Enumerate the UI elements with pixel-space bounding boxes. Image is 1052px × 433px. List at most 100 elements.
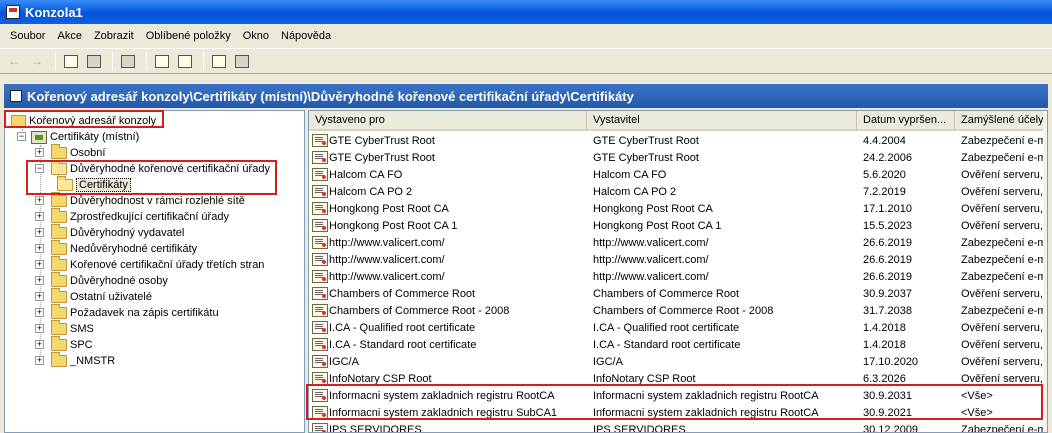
delete-icon[interactable]	[118, 51, 138, 71]
menu-oblibene[interactable]: Oblíbené položky	[140, 28, 237, 44]
table-row[interactable]: Hongkong Post Root CA Hongkong Post Root …	[309, 201, 1047, 218]
table-row[interactable]: IGC/A IGC/A 17.10.2020 Ověření serveru, Ově…	[309, 354, 1047, 371]
table-row[interactable]: Halcom CA FO Halcom CA FO 5.6.2020 Ověření …	[309, 167, 1047, 184]
table-row[interactable]: http://www.valicert.com/http://www.valic…	[309, 269, 1047, 286]
up-one-level-icon[interactable]	[61, 51, 81, 71]
table-row[interactable]: Halcom CA PO 2 Halcom CA PO 2 7.2.2019 Ověř…	[309, 184, 1047, 201]
menu-zobrazit[interactable]: Zobrazit	[88, 28, 140, 44]
expand-icon[interactable]: +	[35, 308, 44, 317]
tree-item-other-people[interactable]: + Ostatní uživatelé	[35, 288, 152, 305]
table-row[interactable]: Informacni system zakladnich registru Su…	[309, 405, 1047, 422]
column-header-issuer[interactable]: Vystavitel	[587, 111, 857, 131]
properties-icon[interactable]	[232, 51, 252, 71]
collapse-icon[interactable]: −	[35, 164, 44, 173]
cell-expiration: 6.3.2026	[863, 373, 906, 385]
cell-issued-to: IPS SERVIDORES	[329, 424, 422, 433]
column-header-issued-to[interactable]: Vystaveno pro	[309, 111, 587, 131]
table-row[interactable]: Chambers of Commerce Root Chambers of Com…	[309, 286, 1047, 303]
cell-issuer: http://www.valicert.com/	[593, 237, 709, 249]
menu-napoveda[interactable]: Nápověda	[275, 28, 337, 44]
menu-soubor[interactable]: Soubor	[4, 28, 51, 44]
tree-item-nmstr[interactable]: + _NMSTR	[35, 352, 115, 369]
certificate-icon	[312, 151, 328, 164]
table-row[interactable]: GTE CyberTrust Root GTE CyberTrust Root 24…	[309, 150, 1047, 167]
table-row[interactable]: Chambers of Commerce Root - 2008 Chambers…	[309, 303, 1047, 320]
tree-pane[interactable]: Kořenový adresář konzoly − Certifikáty (…	[4, 110, 305, 433]
table-row[interactable]: http://www.valicert.com/http://www.valic…	[309, 235, 1047, 252]
tree-item-enterprise-trust[interactable]: + Důvěryhodnost v rámci rozlehlé sítě	[35, 192, 245, 209]
mmc-app-icon	[6, 5, 20, 19]
expand-icon[interactable]: +	[35, 148, 44, 157]
cell-purposes: Zabezpečení e-mailu	[961, 271, 1045, 283]
tree-item-label: Kořenové certifikační úřady třetích stra…	[70, 259, 265, 271]
folder-icon	[11, 115, 26, 127]
expand-icon[interactable]: +	[35, 228, 44, 237]
tree-item-intermediate-ca[interactable]: + Zprostředkující certifikační úřady	[35, 208, 229, 225]
show-hide-tree-icon[interactable]	[84, 51, 104, 71]
expand-icon[interactable]: +	[35, 260, 44, 269]
tree-item-label: Certifikáty (místní)	[50, 131, 140, 143]
table-row[interactable]: Hongkong Post Root CA 1 Hongkong Post Roo…	[309, 218, 1047, 235]
cell-issued-to: IGC/A	[329, 356, 359, 368]
certificate-icon	[312, 270, 328, 283]
column-header-purposes[interactable]: Zamýšlené účely	[955, 111, 1047, 131]
table-row[interactable]: Informacni system zakladnich registru Ro…	[309, 388, 1047, 405]
table-row[interactable]: GTE CyberTrust Root GTE CyberTrust Root 4.…	[309, 133, 1047, 150]
certificate-list-pane[interactable]: Vystaveno pro Vystavitel Datum vypršen..…	[308, 110, 1048, 433]
table-row[interactable]: IPS SERVIDORES IPS SERVIDORES 30.12.2009 Za…	[309, 422, 1047, 433]
cell-expiration: 5.6.2020	[863, 169, 906, 181]
tree-item-untrusted[interactable]: + Nedůvěryhodné certifikáty	[35, 240, 197, 257]
tree-item-trusted-publisher[interactable]: + Důvěryhodný vydavatel	[35, 224, 185, 241]
certificate-icon	[312, 389, 328, 402]
table-row[interactable]: http://www.valicert.com/http://www.valic…	[309, 252, 1047, 269]
certificate-icon	[312, 406, 328, 419]
tree-item-third-party-root[interactable]: + Kořenové certifikační úřady třetích st…	[35, 256, 265, 273]
console-path-bar: Kořenový adresář konzoly\Certifikáty (mí…	[4, 84, 1048, 108]
expand-icon[interactable]: +	[35, 340, 44, 349]
console-icon	[10, 90, 22, 102]
expand-icon[interactable]: +	[35, 244, 44, 253]
column-header-expiration[interactable]: Datum vypršen...	[857, 111, 955, 131]
cell-purposes: Ověření serveru, Ověření	[961, 169, 1045, 181]
back-arrow-icon[interactable]: ←	[4, 51, 24, 71]
forward-arrow-icon[interactable]: →	[27, 51, 47, 71]
tree-item-certificates-local[interactable]: − Certifikáty (místní)	[17, 129, 139, 145]
cell-purposes: Ověření serveru, Ověření	[961, 322, 1045, 334]
help-icon[interactable]	[209, 51, 229, 71]
tree-item-sms[interactable]: + SMS	[35, 320, 94, 337]
vertical-scrollbar[interactable]	[1043, 111, 1047, 432]
expand-icon[interactable]: +	[35, 212, 44, 221]
cell-purposes: Ověření serveru, Ověření	[961, 356, 1045, 368]
certificate-icon	[312, 219, 328, 232]
table-row[interactable]: I.CA - Standard root certificate I.CA - S…	[309, 337, 1047, 354]
table-row[interactable]: InfoNotary CSP Root InfoNotary CSP Root 6.…	[309, 371, 1047, 388]
tree-item-osobni[interactable]: + Osobní	[35, 144, 105, 161]
cell-issuer: I.CA - Qualified root certificate	[593, 322, 740, 334]
expand-icon[interactable]: +	[35, 292, 44, 301]
expand-icon[interactable]: +	[35, 356, 44, 365]
tree-item-trusted-root[interactable]: − Důvěryhodné kořenové certifikační úřad…	[35, 160, 270, 177]
menu-akce[interactable]: Akce	[51, 28, 87, 44]
folder-icon	[51, 336, 67, 351]
cell-purposes: Zabezpečení e-mailu	[961, 254, 1045, 266]
tree-root[interactable]: Kořenový adresář konzoly	[11, 113, 156, 129]
tree-item-enrollment-request[interactable]: + Požadavek na zápis certifikátu	[35, 304, 219, 321]
tree-item-spc[interactable]: + SPC	[35, 336, 93, 353]
expand-icon[interactable]: +	[35, 324, 44, 333]
refresh-icon[interactable]	[152, 51, 172, 71]
tree-item-trusted-people[interactable]: + Důvěryhodné osoby	[35, 272, 168, 289]
folder-icon	[51, 320, 67, 335]
expand-icon[interactable]: +	[35, 196, 44, 205]
cell-issued-to: Informacni system zakladnich registru Ro…	[329, 390, 555, 402]
table-row[interactable]: I.CA - Qualified root certificate I.CA - …	[309, 320, 1047, 337]
menu-okno[interactable]: Okno	[237, 28, 275, 44]
certificate-icon	[312, 236, 328, 249]
window-title-bar[interactable]: Konzola1	[0, 0, 1052, 24]
cell-expiration: 7.2.2019	[863, 186, 906, 198]
expand-icon[interactable]: +	[35, 276, 44, 285]
cell-issued-to: http://www.valicert.com/	[329, 271, 445, 283]
export-list-icon[interactable]	[175, 51, 195, 71]
tree-item-label: Důvěryhodný vydavatel	[70, 227, 185, 239]
collapse-icon[interactable]: −	[17, 132, 26, 141]
tree-item-certifikaty[interactable]: Certifikáty	[57, 176, 131, 193]
